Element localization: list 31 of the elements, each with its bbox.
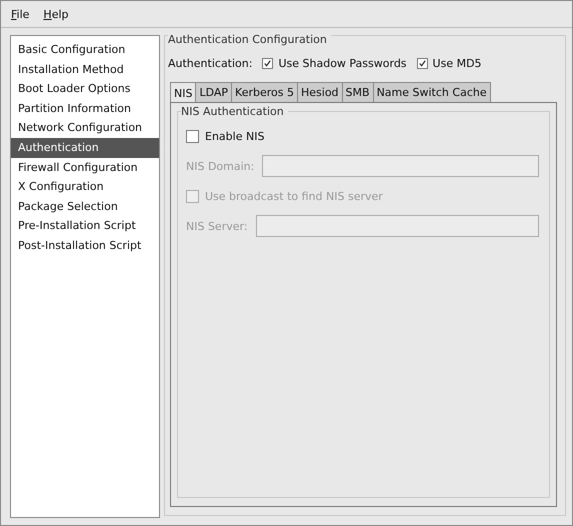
- sidebar-item[interactable]: Basic Configuration: [11, 40, 159, 60]
- tab[interactable]: Kerberos 5: [231, 82, 298, 103]
- auth-label: Authentication:: [168, 56, 252, 70]
- menu-item[interactable]: File: [11, 8, 30, 20]
- checkbox-label: Use broadcast to find NIS server: [205, 190, 383, 202]
- checkbox-label: Enable NIS: [205, 130, 264, 142]
- frame-title: Authentication Configuration: [168, 33, 331, 46]
- sidebar-item[interactable]: Partition Information: [11, 98, 159, 118]
- sidebar-item[interactable]: Firewall Configuration: [11, 158, 159, 178]
- checkbox[interactable]: [262, 58, 274, 68]
- sidebar-item[interactable]: Network Configuration: [11, 118, 159, 138]
- tab[interactable]: SMB: [342, 82, 374, 103]
- sidebar-item[interactable]: Installation Method: [11, 60, 159, 80]
- sidebar-item[interactable]: Pre-Installation Script: [11, 216, 159, 236]
- menu-item[interactable]: Help: [43, 8, 69, 20]
- sidebar-item[interactable]: X Configuration: [11, 177, 159, 197]
- checkbox-label: Use Shadow Passwords: [278, 56, 407, 70]
- tab[interactable]: Hesiod: [297, 82, 343, 103]
- checkbox-label: Use MD5: [432, 56, 482, 70]
- sidebar-item[interactable]: Package Selection: [11, 196, 159, 216]
- sidebar-item[interactable]: Post-Installation Script: [11, 236, 159, 256]
- group-title: NIS Authentication: [181, 105, 288, 118]
- sidebar-item[interactable]: Boot Loader Options: [11, 79, 159, 99]
- tab[interactable]: Name Switch Cache: [372, 82, 491, 103]
- tab[interactable]: LDAP: [195, 82, 232, 103]
- field-label: NIS Server:: [186, 220, 248, 232]
- checkbox[interactable]: [416, 58, 428, 68]
- checkbox[interactable]: [186, 130, 199, 142]
- tab[interactable]: NIS: [170, 82, 196, 103]
- field-label: NIS Domain:: [186, 160, 254, 172]
- sidebar-item[interactable]: Authentication: [11, 138, 159, 158]
